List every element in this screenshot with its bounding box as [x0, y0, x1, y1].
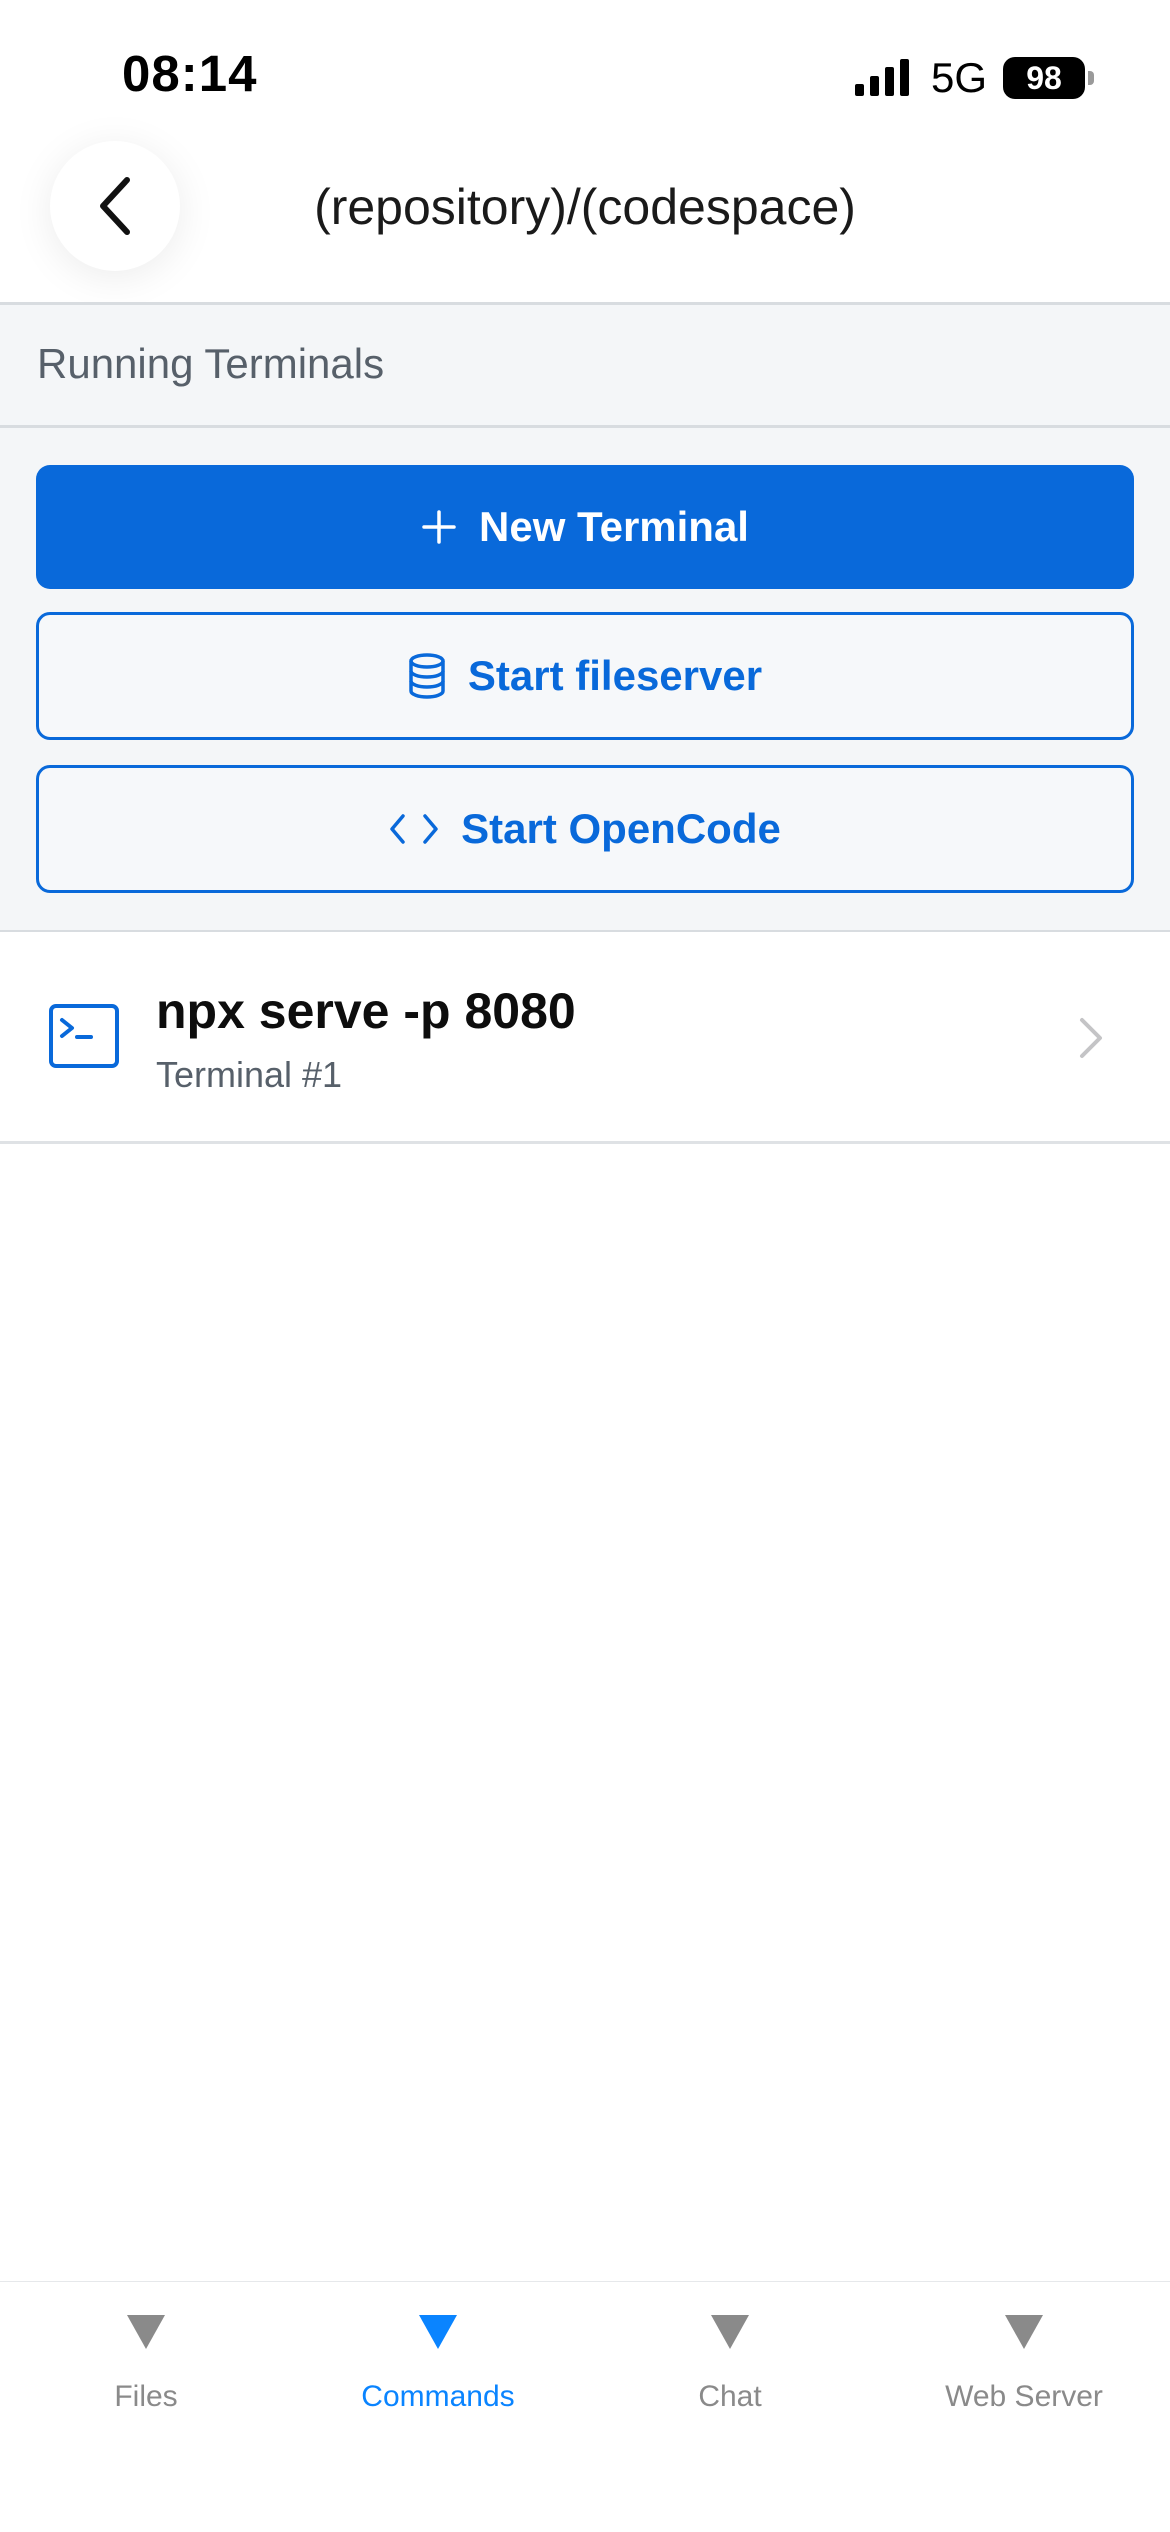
new-terminal-label: New Terminal [479, 503, 749, 550]
code-icon [389, 812, 439, 846]
plus-icon [421, 509, 457, 545]
tab-label: Chat [698, 2380, 762, 2413]
tab-label: Commands [361, 2380, 515, 2413]
start-fileserver-button[interactable]: Start fileserver [36, 612, 1134, 740]
navigation-header: (repository)/(codespace) [0, 140, 1170, 304]
status-indicators: 5G 98 [853, 54, 1094, 102]
cellular-signal-icon [854, 59, 909, 96]
status-bar: 08:14 5G 98 [0, 0, 1170, 140]
tab-files[interactable]: Files [0, 2282, 292, 2442]
status-time: 08:14 [122, 45, 258, 102]
tab-commands[interactable]: Commands [292, 2282, 584, 2442]
battery-tip [1088, 71, 1094, 85]
tab-label: Files [114, 2380, 178, 2413]
battery-level: 98 [1026, 59, 1062, 96]
codespace-screen: 08:14 5G 98 (repository)/(codespace) Run… [0, 0, 1170, 2532]
terminal-icon [49, 1004, 119, 1068]
start-fileserver-label: Start fileserver [467, 652, 763, 699]
triangle-down-icon [419, 2315, 457, 2349]
tab-label: Web Server [945, 2380, 1103, 2413]
terminal-list-item[interactable]: npx serve -p 8080 Terminal #1 [0, 932, 1170, 1142]
tab-bar: Files Commands Chat Web Server [0, 2282, 1170, 2532]
section-header: Running Terminals [0, 305, 1170, 426]
terminal-command: npx serve -p 8080 [156, 983, 576, 1039]
network-type: 5G [930, 54, 987, 101]
triangle-down-icon [1005, 2315, 1043, 2349]
triangle-down-icon [127, 2315, 165, 2349]
back-button[interactable] [50, 141, 180, 271]
tab-chat[interactable]: Chat [584, 2282, 876, 2442]
terminal-name: Terminal #1 [156, 1054, 343, 1095]
new-terminal-button[interactable]: New Terminal [36, 465, 1134, 589]
page-title: (repository)/(codespace) [314, 179, 856, 235]
list-divider [0, 1141, 1170, 1144]
database-icon [408, 653, 446, 699]
section-title: Running Terminals [37, 340, 385, 387]
start-opencode-label: Start OpenCode [461, 805, 781, 852]
chevron-right-icon [1080, 1018, 1102, 1058]
tab-web-server[interactable]: Web Server [878, 2282, 1170, 2442]
actions-panel: New Terminal Start fileserver Start Open… [0, 428, 1170, 930]
start-opencode-button[interactable]: Start OpenCode [36, 765, 1134, 893]
chevron-left-icon [100, 177, 130, 235]
battery-icon: 98 [1003, 57, 1085, 99]
triangle-down-icon [711, 2315, 749, 2349]
